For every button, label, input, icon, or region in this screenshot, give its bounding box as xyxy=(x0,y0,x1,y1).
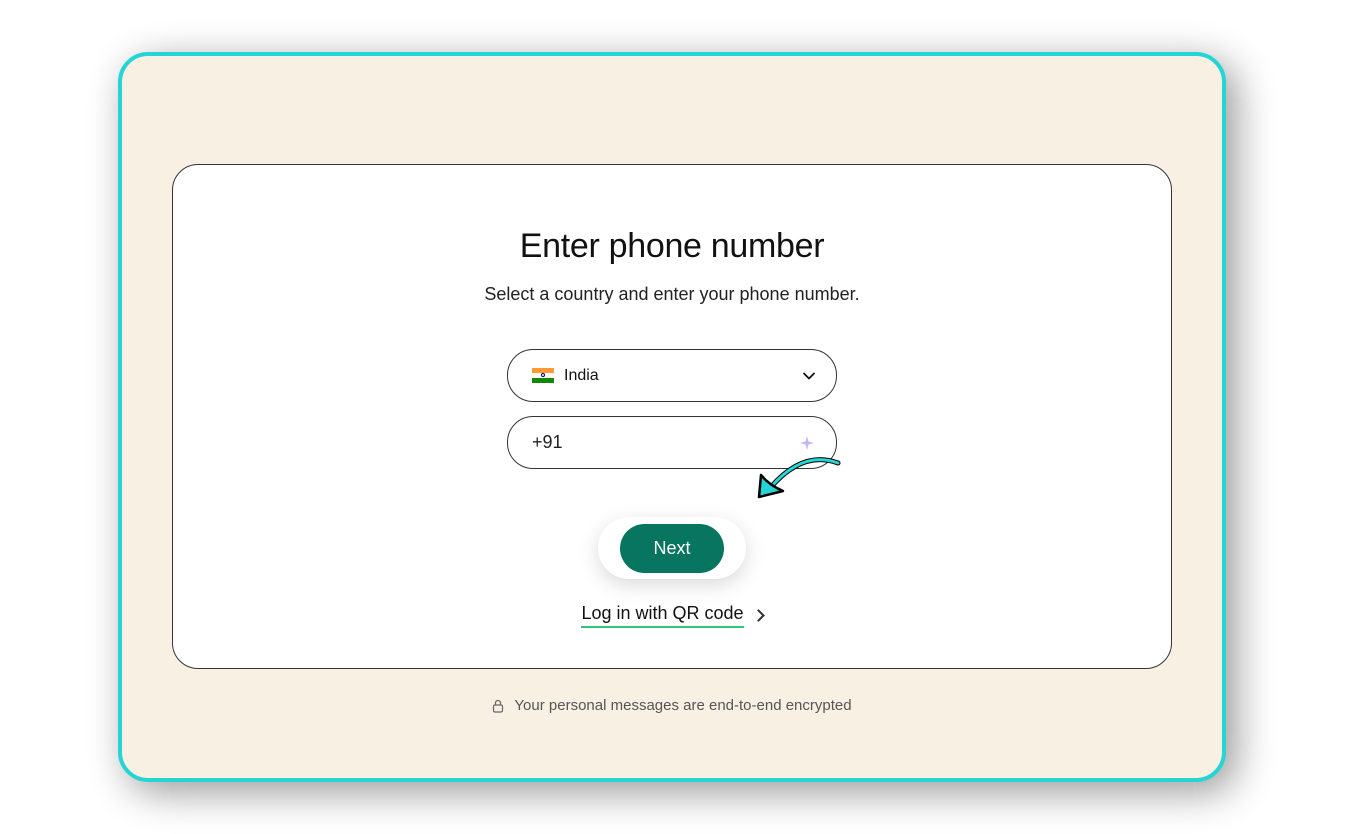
next-button[interactable]: Next xyxy=(620,524,724,573)
encryption-text: Your personal messages are end-to-end en… xyxy=(514,697,851,714)
india-flag-icon xyxy=(532,368,554,383)
encryption-footer: Your personal messages are end-to-end en… xyxy=(172,697,1172,714)
chevron-right-icon xyxy=(752,609,765,622)
country-name: India xyxy=(564,367,802,385)
country-select[interactable]: India xyxy=(507,349,837,402)
chevron-down-icon xyxy=(802,369,816,383)
lock-icon xyxy=(492,699,504,713)
login-card: Enter phone number Select a country and … xyxy=(172,164,1172,669)
page-title: Enter phone number xyxy=(520,227,825,266)
qr-login-link[interactable]: Log in with QR code xyxy=(581,603,743,628)
qr-login-row: Log in with QR code xyxy=(581,603,762,628)
page-subtitle: Select a country and enter your phone nu… xyxy=(484,284,859,305)
phone-input[interactable] xyxy=(532,432,816,453)
sparkle-icon xyxy=(800,436,814,450)
app-frame: Enter phone number Select a country and … xyxy=(118,52,1226,782)
phone-input-container xyxy=(507,416,837,469)
next-button-highlight: Next xyxy=(598,517,746,579)
